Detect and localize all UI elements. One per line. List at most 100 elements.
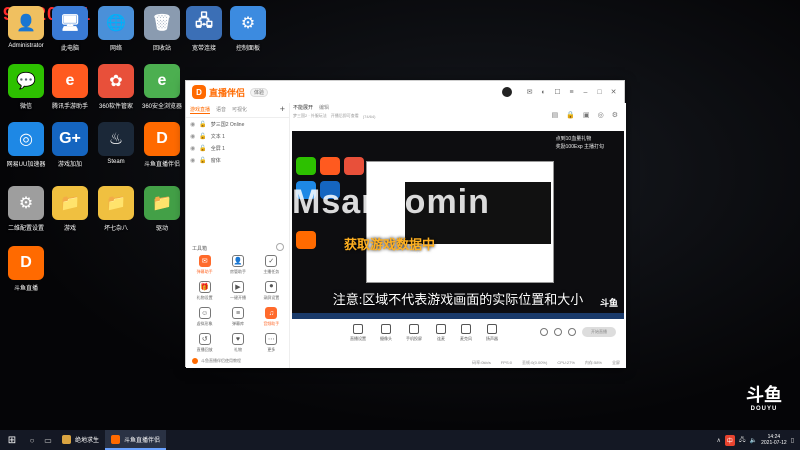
search-icon[interactable]: ○ [24,430,40,450]
tool-item[interactable]: ✓ 主播任务 [255,255,288,275]
tool-item[interactable]: ≡ 弹幕库 [221,307,254,327]
desktop-icon[interactable]: 🌐 网络 [90,6,142,58]
lock-layout-icon[interactable]: 🔒 [566,111,575,119]
source-item[interactable]: ◉ 🔓 文本 1 [186,130,289,142]
skin-icon[interactable]: ◐ [539,88,548,97]
tool-item[interactable]: ✉ 弹幕助手 [188,255,221,275]
desktop-icon[interactable]: 🖥 此电脑 [44,6,96,58]
tool-item[interactable]: ↺ 直播回放 [188,333,221,353]
ime-indicator[interactable]: 中 [724,434,735,446]
tool-label: 直播回放 [196,347,213,352]
start-live-button[interactable]: 开始直播 [582,327,616,337]
app-name: 直播伴侣 [209,87,246,98]
avatar[interactable] [502,87,512,97]
volume-icon[interactable]: 🔈 [750,437,757,444]
lock-icon[interactable]: 🔓 [199,121,206,128]
eye-icon[interactable]: ◉ [190,133,195,140]
eye-icon[interactable]: ◉ [190,121,195,128]
tab-voice[interactable]: 语音 [216,106,226,114]
eye-toggle-icon[interactable] [554,328,562,336]
tab-visual[interactable]: 可视化 [232,106,247,114]
desktop-icon[interactable]: G+ 游戏加加 [44,122,96,174]
clock[interactable]: 14:24 2021-07-12 [761,434,787,446]
tool-icon: ♫ [265,307,278,319]
source-item[interactable]: ◉ 🔓 梦三国2 Online [186,118,289,130]
mode-tabs: 游戏直播 语音 可视化 + [186,103,289,118]
desktop-icon[interactable]: D 斗鱼直播 [0,246,52,298]
share-icon[interactable]: ◎ [598,111,604,119]
tool-item[interactable]: ⏺ 录屏设置 [255,281,288,301]
minimize-button[interactable]: – [581,88,590,97]
tutorial-link[interactable]: 斗鱼直播伴侣使用教程 [192,358,241,364]
desktop-icon-label: 网络 [109,46,122,52]
source-item[interactable]: ◉ 🔓 全屏 1 [186,142,289,154]
lock-icon[interactable]: 🔓 [199,145,206,152]
taskbar-app-label: 斗鱼直播伴侣 [124,437,161,444]
stream-preview[interactable]: 点到10血量礼物 奖励100Exp 主播打勾 Msangomin 获取游戏数据中… [292,131,624,319]
maximize-button[interactable]: □ [595,88,604,97]
eye-icon[interactable]: ◉ [190,157,195,164]
camera-toggle-icon[interactable] [540,328,548,336]
desktop-icon[interactable]: ✿ 360软件管家 [90,64,142,116]
settings-icon[interactable]: ⚙ [612,111,618,119]
app-logo: D 直播伴侣 体验 [192,85,269,99]
control-button[interactable]: 手机投屏 [406,324,422,342]
tool-item[interactable]: ♥ 礼物 [221,333,254,353]
control-button[interactable]: 扬声器 [486,324,498,342]
control-button[interactable]: 直播设置 [350,324,366,342]
desktop-icon-image: 💬 [8,64,44,98]
desktop-icon[interactable]: D 斗鱼直播伴侣 [136,122,188,174]
control-button[interactable]: 摄像头 [380,324,392,342]
tray-chevron-icon[interactable]: ∧ [717,437,721,444]
tab-game-live[interactable]: 游戏直播 [190,106,211,114]
lock-icon[interactable]: 🔓 [199,157,206,164]
gear-icon[interactable] [568,328,576,336]
feedback-icon[interactable]: ☐ [553,88,562,97]
control-icon [409,324,419,334]
control-button[interactable]: 麦克风 [460,324,472,342]
notification-icon[interactable]: ▯ [791,437,794,444]
desktop-icon[interactable]: ♨ Steam [90,122,142,174]
room-title: 不能展开 [293,105,314,111]
tool-label: 弹幕助手 [196,269,213,274]
taskbar-app[interactable]: 绝地求生 [56,430,105,450]
tool-item[interactable]: 🎁 礼物设置 [188,281,221,301]
tool-item[interactable]: ⋯ 更多 [255,333,288,353]
tool-item[interactable]: 👤 房管助手 [221,255,254,275]
taskbar-app[interactable]: 斗鱼直播伴侣 [105,430,167,450]
desktop-icon[interactable]: 📁 游戏 [44,186,96,238]
screenshot-icon[interactable]: ▣ [583,111,590,119]
source-item[interactable]: ◉ 🔓 窗体 [186,154,289,166]
desktop-icon[interactable]: e 360安全浏览器 [136,64,188,116]
add-source-icon[interactable]: + [280,105,285,114]
desktop-icon[interactable]: 📁 驱动 [136,186,188,238]
close-button[interactable]: ✕ [609,88,618,97]
stream-controls: 直播设置 摄像头 手机投屏 连麦 麦克风 扬声器 [350,324,498,342]
tool-item[interactable]: ▶ 一键开播 [221,281,254,301]
toolbox-grid: ✉ 弹幕助手 👤 房管助手 ✓ 主播任务 🎁 礼物设置 ▶ 一键开播 ⏺ 录屏设置 ☺ 虚拟形象 ≡ 弹幕库 ♫… [188,255,288,353]
desktop-icon-label: 微信 [19,104,32,110]
task-view-icon[interactable]: ▭ [40,430,56,450]
layout-icon[interactable]: ▤ [552,111,559,119]
control-button[interactable]: 连麦 [436,324,446,342]
windows-start-icon[interactable]: ⊞ [0,430,24,450]
menu-icon[interactable]: ≡ [567,88,576,97]
tool-item[interactable]: ☺ 虚拟形象 [188,307,221,327]
message-icon[interactable]: ✉ [525,88,534,97]
desktop-icon-image: D [144,122,180,156]
desktop-icon[interactable]: e 腾讯手游助手 [44,64,96,116]
desktop-icon[interactable]: 📁 坏七杂八 [90,186,142,238]
eye-icon[interactable]: ◉ [190,145,195,152]
tool-item[interactable]: ♫ 音频助手 [255,307,288,327]
preview-overlay-note: 点到10血量礼物 奖励100Exp 主播打勾 [555,136,604,150]
tool-label: 礼物 [233,347,242,352]
room-edit-link[interactable]: 编辑 [319,104,329,111]
desktop-icon-label: 此电脑 [60,46,79,52]
preview-desktop-icon [320,157,340,175]
desktop-icon[interactable]: ⚙ 控制面板 [222,6,274,58]
control-label: 麦克风 [460,336,472,341]
lock-icon[interactable]: 🔓 [199,133,206,140]
desktop-icon-image: 🖧 [186,6,222,40]
toolbox-settings-icon[interactable] [276,243,284,251]
network-icon[interactable]: 🖧 [739,435,746,445]
